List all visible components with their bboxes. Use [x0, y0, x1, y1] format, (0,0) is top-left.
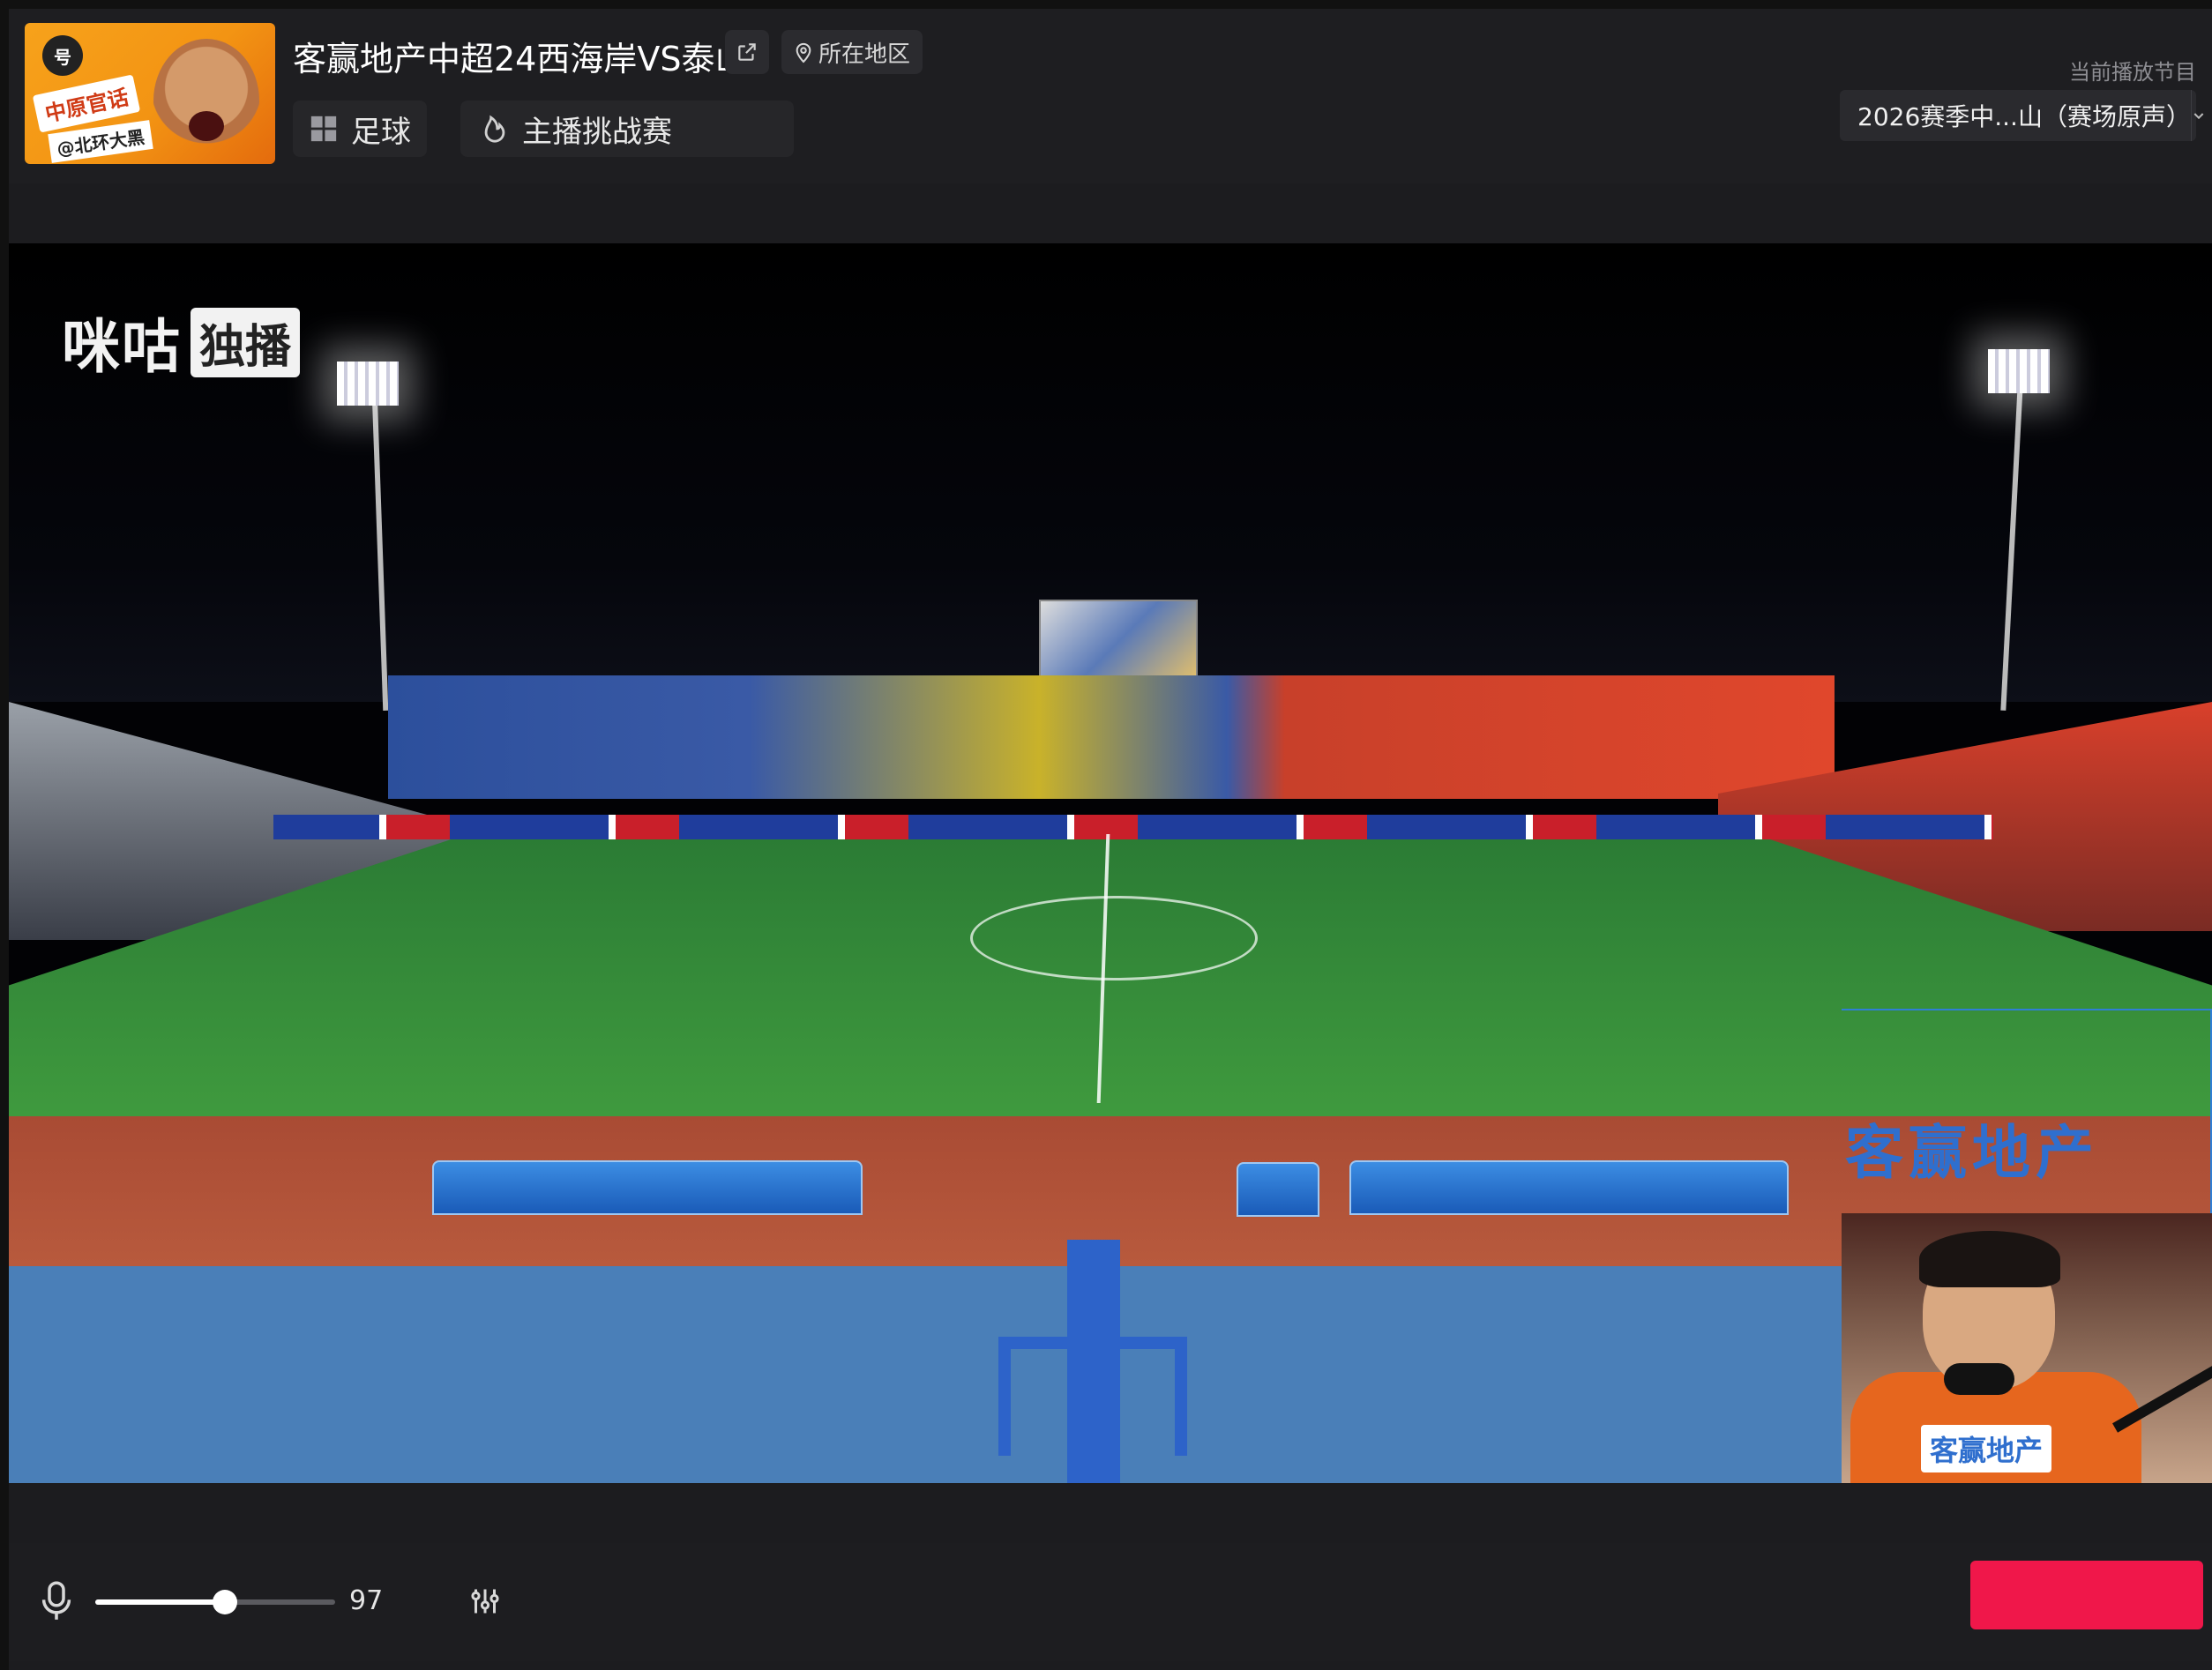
flame-icon — [484, 115, 505, 143]
category-label: 足球 — [351, 114, 411, 150]
host-challenge-label: 主播挑战赛 — [522, 114, 672, 150]
migu-watermark-badge: 独播 — [191, 307, 301, 377]
category-button[interactable]: 足球 — [293, 101, 427, 157]
host-challenge-button[interactable]: 主播挑战赛 — [460, 101, 794, 157]
floodlight-right — [1988, 349, 2050, 393]
team-bench-left — [432, 1160, 863, 1215]
advertising-boards — [273, 815, 1993, 839]
floodlight-left — [337, 362, 399, 406]
sponsor-overlay-text: 客赢地产 — [1845, 1119, 2099, 1187]
region-button[interactable]: 所在地区 — [781, 30, 923, 74]
stream-title[interactable]: 客赢地产中超24西海岸VS泰山 — [293, 32, 748, 80]
cover-host-face — [153, 39, 259, 162]
team-bench-right — [1349, 1160, 1789, 1215]
microphone-volume-value: 97 — [349, 1585, 384, 1616]
share-button[interactable] — [725, 30, 769, 74]
team-bench-middle — [1237, 1162, 1319, 1217]
microphone-volume-knob[interactable] — [212, 1590, 237, 1614]
cover-logo-mark: 号 — [42, 35, 83, 76]
program-select-toggle[interactable] — [2190, 90, 2206, 141]
program-select-value: 2026赛季中...山（赛场原声） — [1857, 102, 2191, 131]
stream-header: 号 中原官话 @北环大黑 客赢地产中超24西海岸VS泰山 所在地区 足球 主播挑… — [9, 9, 2212, 183]
program-select[interactable]: 2026赛季中...山（赛场原声） — [1840, 90, 2204, 141]
cover-host-mouth — [189, 111, 224, 141]
grid-icon — [310, 116, 337, 142]
region-label: 所在地区 — [818, 41, 911, 68]
broadcast-controls-bar: 97 — [9, 1543, 2212, 1661]
live-video-player[interactable]: 咪咕 独播 客赢地产 客赢地产 — [9, 243, 2212, 1483]
player-entrance-arch — [998, 1337, 1187, 1456]
migu-watermark: 咪咕 独播 — [62, 300, 301, 384]
microphone-volume-fill — [95, 1599, 225, 1605]
share-icon — [738, 43, 756, 61]
migu-watermark-logo: 咪咕 — [62, 313, 182, 381]
microphone-volume-slider[interactable] — [95, 1590, 335, 1614]
host-shirt-logo: 客赢地产 — [1921, 1425, 2052, 1472]
stadium-big-screen — [1039, 600, 1198, 684]
stream-cover-thumbnail[interactable]: 号 中原官话 @北环大黑 — [25, 23, 275, 164]
microphone-icon — [41, 1581, 71, 1620]
location-pin-icon — [796, 42, 811, 63]
host-camera-feed: 客赢地产 — [1842, 1213, 2212, 1483]
chevron-down-icon — [2193, 113, 2204, 120]
now-playing-label: 当前播放节目 — [2069, 60, 2196, 85]
host-camera-overlay: 客赢地产 客赢地产 — [1842, 1009, 2212, 1483]
host-hair — [1919, 1231, 2060, 1287]
live-stream-window: 号 中原官话 @北环大黑 客赢地产中超24西海岸VS泰山 所在地区 足球 主播挑… — [9, 9, 2212, 1670]
mixer-icon — [471, 1589, 499, 1614]
host-microphone — [1944, 1363, 2014, 1395]
microphone-toggle-button[interactable] — [30, 1575, 83, 1628]
audio-mixer-button[interactable] — [460, 1577, 510, 1626]
go-live-button[interactable] — [1970, 1561, 2203, 1629]
stand-back — [388, 675, 1835, 799]
pitch-centre-circle — [970, 896, 1258, 980]
